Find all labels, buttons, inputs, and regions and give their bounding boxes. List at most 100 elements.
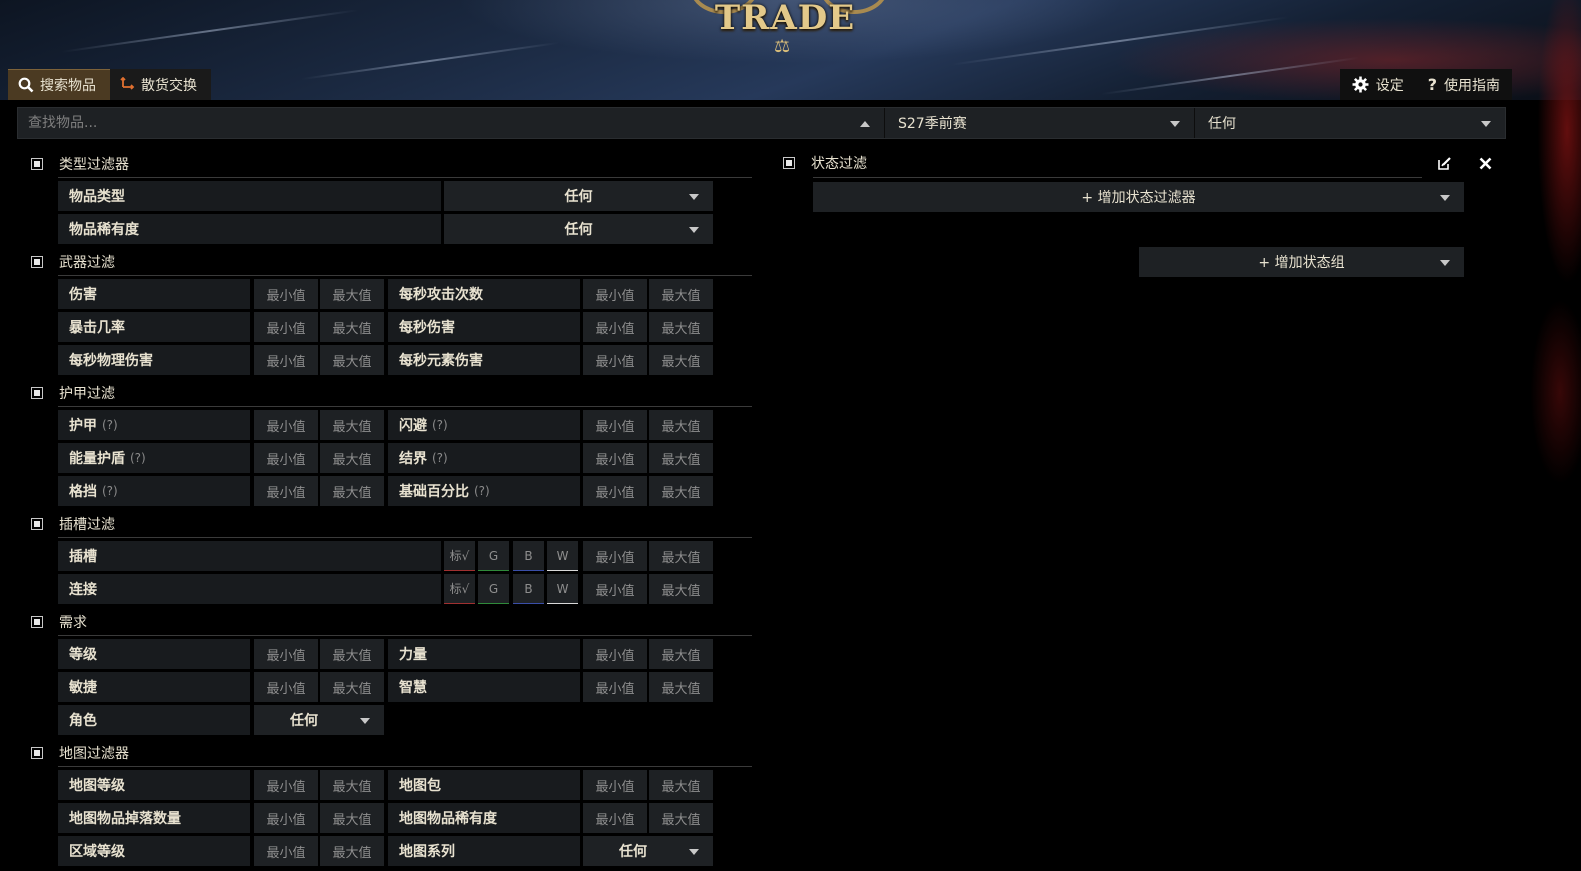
map-iir-max[interactable]: 最大值	[649, 803, 713, 833]
level-max[interactable]: 最大值	[320, 639, 384, 669]
armour-max[interactable]: 最大值	[320, 410, 384, 440]
crit-max[interactable]: 最大值	[320, 312, 384, 342]
armour-label: 护甲 (?)	[58, 410, 250, 440]
aps-min[interactable]: 最小值	[583, 279, 647, 309]
es-label: 能量护盾 (?)	[58, 443, 250, 473]
trade-logo[interactable]: TRADE ⚖	[690, 0, 888, 64]
str-min[interactable]: 最小值	[583, 639, 647, 669]
links-green[interactable]: G	[478, 574, 509, 604]
ward-label-text: 结界	[399, 451, 427, 467]
dex-max[interactable]: 最大值	[320, 672, 384, 702]
sockets-red[interactable]: 标√	[444, 541, 475, 571]
int-max[interactable]: 最大值	[649, 672, 713, 702]
evasion-max[interactable]: 最大值	[649, 410, 713, 440]
links-min[interactable]: 最小值	[583, 574, 647, 604]
tab-search[interactable]: 搜索物品	[8, 69, 110, 100]
search-input[interactable]	[18, 108, 860, 138]
links-max[interactable]: 最大值	[649, 574, 713, 604]
damage-max[interactable]: 最大值	[320, 279, 384, 309]
dps-max[interactable]: 最大值	[649, 312, 713, 342]
help-hint[interactable]: (?)	[432, 418, 448, 432]
map-iiq-max[interactable]: 最大值	[320, 803, 384, 833]
damage-min[interactable]: 最小值	[254, 279, 318, 309]
caret-up-icon[interactable]	[860, 121, 870, 127]
item-type-select[interactable]: 任何	[444, 181, 713, 211]
map-series-select[interactable]: 任何	[583, 836, 713, 866]
links-red[interactable]: 标√	[444, 574, 475, 604]
sockets-max[interactable]: 最大值	[649, 541, 713, 571]
status-select[interactable]: 任何	[1195, 108, 1505, 138]
edps-max[interactable]: 最大值	[649, 345, 713, 375]
stat-filter-toggle[interactable]	[783, 157, 795, 169]
help-hint[interactable]: (?)	[130, 451, 146, 465]
base-pct-min[interactable]: 最小值	[583, 476, 647, 506]
pdps-max[interactable]: 最大值	[320, 345, 384, 375]
sockets-blue[interactable]: B	[513, 541, 544, 571]
class-select[interactable]: 任何	[254, 705, 384, 735]
map-packsize-min[interactable]: 最小值	[583, 770, 647, 800]
settings-button[interactable]: 设定	[1340, 69, 1416, 100]
links-blue[interactable]: B	[513, 574, 544, 604]
evasion-label: 闪避 (?)	[388, 410, 580, 440]
level-min[interactable]: 最小值	[254, 639, 318, 669]
map-filter-title: 地图过滤器	[59, 746, 129, 762]
aps-max[interactable]: 最大值	[649, 279, 713, 309]
filter-row: 等级 最小值 最大值 力量 最小值 最大值	[58, 639, 713, 669]
block-max[interactable]: 最大值	[320, 476, 384, 506]
req-filter-toggle[interactable]	[31, 616, 43, 628]
tab-exchange[interactable]: 散货交换	[110, 69, 211, 100]
type-filter-toggle[interactable]	[31, 158, 43, 170]
edps-min[interactable]: 最小值	[583, 345, 647, 375]
crit-min[interactable]: 最小值	[254, 312, 318, 342]
map-tier-min[interactable]: 最小值	[254, 770, 318, 800]
map-packsize-max[interactable]: 最大值	[649, 770, 713, 800]
divider	[58, 406, 752, 407]
dps-label: 每秒伤害	[388, 312, 580, 342]
map-filter-toggle[interactable]	[31, 747, 43, 759]
map-filter-header: 地图过滤器	[31, 743, 129, 763]
block-min[interactable]: 最小值	[254, 476, 318, 506]
rarity-select[interactable]: 任何	[444, 214, 713, 244]
es-min[interactable]: 最小值	[254, 443, 318, 473]
ward-min[interactable]: 最小值	[583, 443, 647, 473]
area-level-max[interactable]: 最大值	[320, 836, 384, 866]
chevron-down-icon	[689, 227, 699, 233]
league-select[interactable]: S27季前赛	[885, 108, 1195, 138]
sockets-green[interactable]: G	[478, 541, 509, 571]
area-level-min[interactable]: 最小值	[254, 836, 318, 866]
str-max[interactable]: 最大值	[649, 639, 713, 669]
int-min[interactable]: 最小值	[583, 672, 647, 702]
guide-button[interactable]: ? 使用指南	[1416, 69, 1512, 100]
armour-min[interactable]: 最小值	[254, 410, 318, 440]
pdps-min[interactable]: 最小值	[254, 345, 318, 375]
weapon-filter-header: 武器过滤	[31, 252, 115, 272]
map-tier-max[interactable]: 最大值	[320, 770, 384, 800]
base-pct-max[interactable]: 最大值	[649, 476, 713, 506]
socket-filter-toggle[interactable]	[31, 518, 43, 530]
class-label: 角色	[58, 705, 250, 735]
close-button[interactable]	[1474, 152, 1496, 174]
scales-icon: ⚖	[774, 36, 791, 57]
add-stat-group-button[interactable]: + 增加状态组	[1139, 247, 1464, 277]
map-iir-min[interactable]: 最小值	[583, 803, 647, 833]
weapon-filter-toggle[interactable]	[31, 256, 43, 268]
map-packsize-label: 地图包	[388, 770, 580, 800]
help-hint[interactable]: (?)	[102, 484, 118, 498]
add-stat-filter-button[interactable]: + 增加状态过滤器	[813, 182, 1464, 212]
es-max[interactable]: 最大值	[320, 443, 384, 473]
armour-filter-toggle[interactable]	[31, 387, 43, 399]
help-hint[interactable]: (?)	[474, 484, 490, 498]
dex-min[interactable]: 最小值	[254, 672, 318, 702]
sockets-white[interactable]: W	[547, 541, 578, 571]
filter-row: 格挡 (?) 最小值 最大值 基础百分比 (?) 最小值 最大值	[58, 476, 713, 506]
ward-max[interactable]: 最大值	[649, 443, 713, 473]
links-white[interactable]: W	[547, 574, 578, 604]
filter-row: 角色 任何	[58, 705, 388, 735]
dps-min[interactable]: 最小值	[583, 312, 647, 342]
help-hint[interactable]: (?)	[102, 418, 118, 432]
map-iiq-min[interactable]: 最小值	[254, 803, 318, 833]
sockets-min[interactable]: 最小值	[583, 541, 647, 571]
edit-button[interactable]	[1433, 152, 1455, 174]
help-hint[interactable]: (?)	[432, 451, 448, 465]
evasion-min[interactable]: 最小值	[583, 410, 647, 440]
